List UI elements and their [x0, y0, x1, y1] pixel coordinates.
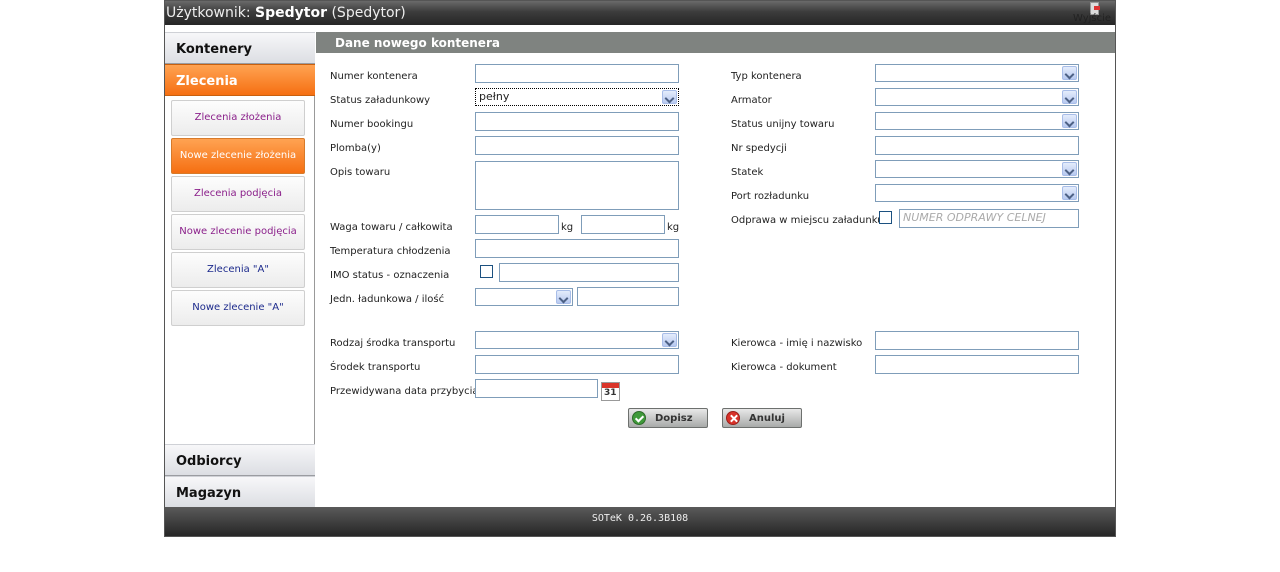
chevron-down-icon — [1062, 90, 1077, 104]
waga-calkowita-input[interactable] — [581, 215, 665, 234]
sidebar-section-zlecenia[interactable]: Zlecenia — [165, 64, 315, 96]
sidebar-item-zlecenia-zlozenia[interactable]: Zlecenia złożenia — [171, 100, 305, 136]
kierowca-imie-input[interactable] — [875, 331, 1079, 350]
numer-kontenera-input[interactable] — [475, 64, 679, 83]
user-name: Spedytor — [255, 5, 328, 21]
close-icon — [726, 411, 740, 425]
sidebar-item-nowe-zlecenie-zlozenia[interactable]: Nowe zlecenie złożenia — [171, 138, 305, 174]
label-srodek-transportu: Środek transportu — [330, 362, 421, 373]
chevron-down-icon — [662, 90, 677, 104]
anuluj-button[interactable]: Anuluj — [722, 408, 802, 428]
label-status-zaladunkowy: Status załadunkowy — [330, 95, 431, 106]
exit-label: Wyjście — [1073, 13, 1112, 24]
chevron-down-icon — [1062, 186, 1077, 200]
calendar-day: 31 — [604, 388, 617, 398]
plomba-input[interactable] — [475, 136, 679, 155]
chevron-down-icon — [556, 290, 571, 304]
imo-checkbox[interactable] — [480, 265, 493, 278]
temperatura-input[interactable] — [475, 239, 679, 258]
user-role: (Spedytor) — [331, 5, 406, 21]
header-bar: Użytkownik: Spedytor (Spedytor) Wyjście — [165, 1, 1115, 25]
chevron-down-icon — [662, 333, 677, 347]
label-temperatura: Temperatura chłodzenia — [330, 246, 451, 257]
user-prefix: Użytkownik: — [166, 5, 251, 21]
check-icon — [632, 411, 646, 425]
anuluj-label: Anuluj — [749, 413, 785, 424]
label-numer-bookingu: Numer bookingu — [330, 119, 414, 130]
ilosc-input[interactable] — [577, 287, 679, 306]
label-nr-spedycji: Nr spedycji — [731, 143, 787, 154]
app-window: Użytkownik: Spedytor (Spedytor) Wyjście … — [164, 0, 1116, 537]
footer-bar: SOTeK 0.26.3B108 — [165, 507, 1115, 536]
label-numer-kontenera: Numer kontenera — [330, 71, 418, 82]
label-odprawa: Odprawa w miejscu załadunku — [731, 215, 884, 226]
srodek-transportu-input[interactable] — [475, 355, 679, 374]
sidebar-section-magazyn[interactable]: Magazyn — [165, 476, 315, 508]
sidebar-item-nowe-zlecenie-a[interactable]: Nowe zlecenie "A" — [171, 290, 305, 326]
numer-bookingu-input[interactable] — [475, 112, 679, 131]
imo-oznaczenia-input[interactable] — [499, 263, 679, 282]
odprawa-numer-input[interactable]: NUMER ODPRAWY CELNEJ — [899, 209, 1079, 228]
dopisz-label: Dopisz — [655, 413, 693, 424]
label-imo: IMO status - oznaczenia — [330, 270, 450, 281]
odprawa-placeholder: NUMER ODPRAWY CELNEJ — [903, 211, 1046, 224]
sidebar-item-nowe-zlecenie-podjecia[interactable]: Nowe zlecenie podjęcia — [171, 214, 305, 250]
sidebar-section-kontenery[interactable]: Kontenery — [165, 32, 315, 64]
dopisz-button[interactable]: Dopisz — [628, 408, 708, 428]
label-data-przybycia: Przewidywana data przybycia — [330, 386, 479, 397]
version-label: SOTeK 0.26.3B108 — [591, 513, 689, 524]
armator-select[interactable] — [875, 88, 1079, 106]
panel-title: Dane nowego kontenera — [316, 32, 1115, 53]
sidebar-item-zlecenia-podjecia[interactable]: Zlecenia podjęcia — [171, 176, 305, 212]
label-statek: Statek — [731, 167, 764, 178]
data-przybycia-input[interactable] — [475, 379, 598, 398]
waga-towaru-unit: kg — [561, 222, 574, 233]
exit-button[interactable]: Wyjście — [1073, 2, 1115, 24]
waga-calkowita-unit: kg — [667, 222, 680, 233]
status-unijny-select[interactable] — [875, 112, 1079, 130]
label-waga: Waga towaru / całkowita — [330, 222, 453, 233]
sidebar-item-zlecenia-a[interactable]: Zlecenia "A" — [171, 252, 305, 288]
calendar-icon[interactable]: 31 — [601, 382, 620, 401]
odprawa-checkbox[interactable] — [879, 211, 892, 224]
label-plomba: Plomba(y) — [330, 143, 381, 154]
sidebar: Kontenery Zlecenia Zlecenia złożenia Now… — [165, 32, 315, 509]
waga-towaru-input[interactable] — [475, 215, 559, 234]
rodzaj-transportu-select[interactable] — [475, 331, 679, 349]
statek-select[interactable] — [875, 160, 1079, 178]
label-kierowca-dokument: Kierowca - dokument — [731, 362, 837, 373]
label-opis-towaru: Opis towaru — [330, 167, 391, 178]
typ-kontenera-select[interactable] — [875, 64, 1079, 82]
user-label: Użytkownik: Spedytor (Spedytor) — [166, 5, 406, 21]
chevron-down-icon — [1062, 162, 1077, 176]
jedn-ladunkowa-select[interactable] — [475, 288, 573, 306]
kierowca-dokument-input[interactable] — [875, 355, 1079, 374]
label-typ-kontenera: Typ kontenera — [731, 71, 802, 82]
label-rodzaj-transportu: Rodzaj środka transportu — [330, 338, 456, 349]
label-port-rozladunku: Port rozładunku — [731, 191, 810, 202]
label-armator: Armator — [731, 95, 772, 106]
chevron-down-icon — [1062, 66, 1077, 80]
sidebar-section-odbiorcy[interactable]: Odbiorcy — [165, 444, 315, 476]
label-kierowca-imie: Kierowca - imię i nazwisko — [731, 338, 863, 349]
main-panel: Dane nowego kontenera Numer kontenera St… — [316, 32, 1115, 507]
nr-spedycji-input[interactable] — [875, 136, 1079, 155]
status-zaladunkowy-select[interactable]: pełny — [475, 88, 679, 106]
label-status-unijny: Status unijny towaru — [731, 119, 835, 130]
chevron-down-icon — [1062, 114, 1077, 128]
status-zaladunkowy-value: pełny — [479, 90, 510, 103]
label-jedn: Jedn. ładunkowa / ilość — [330, 294, 445, 305]
port-rozladunku-select[interactable] — [875, 184, 1079, 202]
opis-towaru-textarea[interactable] — [475, 161, 679, 210]
